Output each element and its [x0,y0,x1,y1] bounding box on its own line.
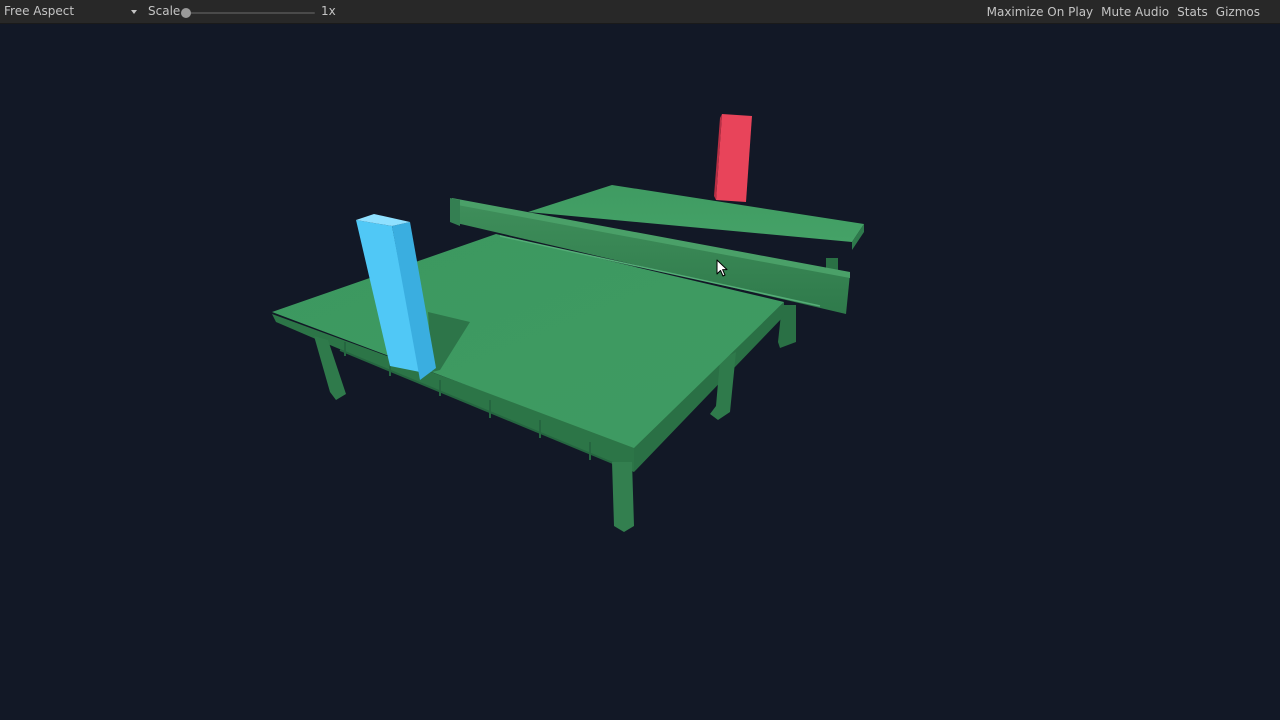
aspect-label: Free Aspect [4,4,75,18]
scale-slider-thumb[interactable] [181,8,191,18]
chevron-down-icon [131,10,137,14]
scale-label: Scale [148,4,181,18]
mute-audio-toggle[interactable]: Mute Audio [1097,0,1173,24]
player-right-paddle[interactable] [714,114,752,202]
stats-toggle[interactable]: Stats [1173,0,1212,24]
toolbar-right-group: Maximize On Play Mute Audio Stats Gizmos [983,0,1280,24]
aspect-dropdown[interactable]: Free Aspect [0,2,142,21]
table-net-post-left [450,198,460,226]
scale-slider[interactable] [181,7,317,19]
maximize-on-play-toggle[interactable]: Maximize On Play [983,0,1098,24]
gizmos-dropdown[interactable]: Gizmos [1212,0,1280,24]
game-view: Free Aspect Scale 1x Maximize On Play Mu… [0,0,1280,720]
scale-slider-track [181,12,315,14]
scale-value: 1x [321,4,336,18]
game-scene-viewport[interactable] [0,24,1280,720]
game-view-toolbar: Free Aspect Scale 1x Maximize On Play Mu… [0,0,1280,24]
table-leg-near-front [612,462,634,532]
player-right-paddle-face [716,114,752,202]
